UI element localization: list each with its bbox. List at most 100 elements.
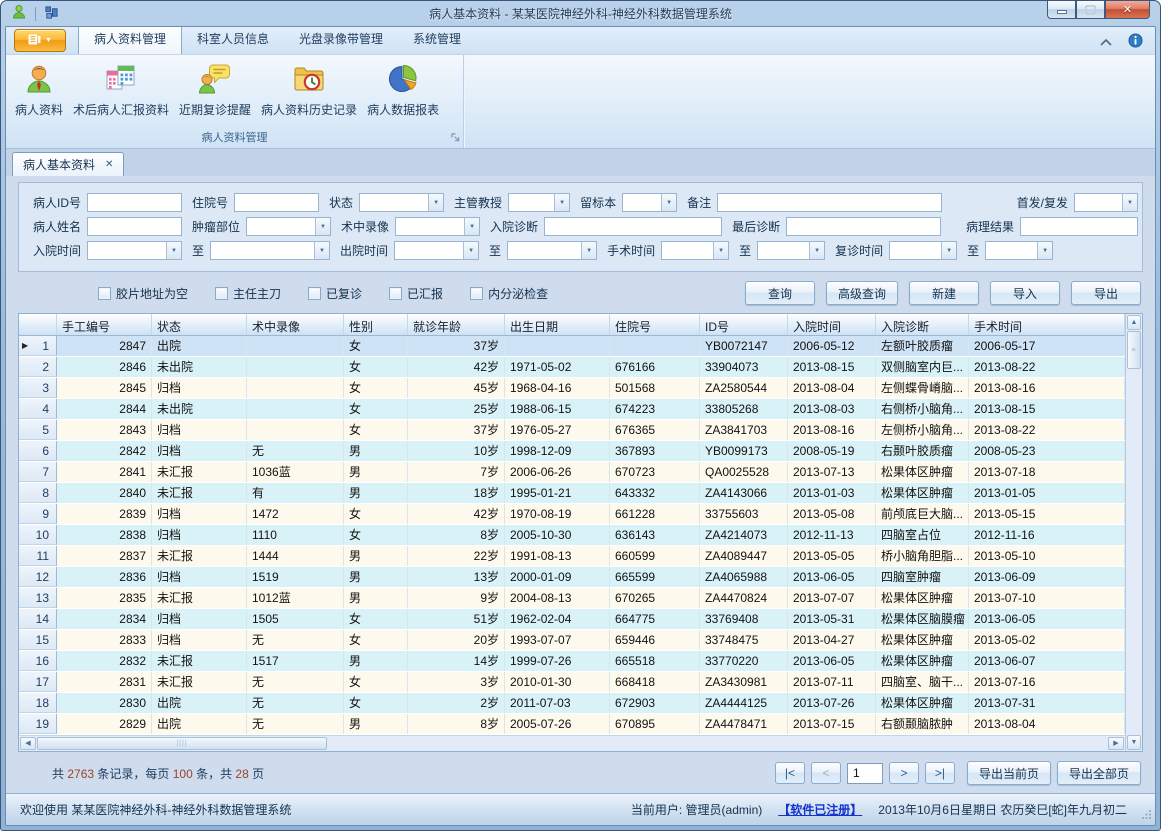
export-button[interactable]: 导出	[1071, 281, 1141, 305]
application-menu-button[interactable]: ▼	[14, 29, 66, 52]
software-registered-link[interactable]: 【软件已注册】	[778, 801, 862, 818]
table-row-16[interactable]: 162832未汇报1517男14岁1999-07-266655183377022…	[19, 651, 1125, 672]
dropdown-arrow-icon[interactable]: ▼	[1122, 194, 1137, 211]
filter-input-住院号[interactable]	[234, 193, 319, 212]
app-icon[interactable]	[11, 4, 27, 23]
filter-checkbox-3[interactable]: 已复诊	[308, 285, 362, 302]
tab-department-staff[interactable]: 科室人员信息	[182, 26, 284, 54]
post-op-report-button[interactable]: 术后病人汇报资料	[68, 59, 174, 121]
horizontal-scroll-thumb[interactable]: ||||	[37, 737, 327, 750]
table-row-5[interactable]: 52843归档女37岁1976-05-27676365ZA38417032013…	[19, 420, 1125, 441]
filter-input-最后诊断[interactable]	[786, 217, 941, 236]
table-row-17[interactable]: 172831未汇报无女3岁2010-01-30668418ZA343098120…	[19, 672, 1125, 693]
filter-input-病人ID号[interactable]	[87, 193, 182, 212]
column-header[interactable]: 就诊年龄	[408, 314, 505, 335]
dropdown-arrow-icon[interactable]: ▼	[463, 242, 478, 259]
filter-combo-留标本[interactable]: ▼	[622, 193, 677, 212]
filter-combo-状态[interactable]: ▼	[359, 193, 444, 212]
dropdown-arrow-icon[interactable]: ▼	[166, 242, 181, 259]
tab-patient-basic-info[interactable]: 病人基本资料 ✕	[12, 152, 124, 176]
history-record-button[interactable]: 病人资料历史记录	[256, 59, 362, 121]
horizontal-scroll-track[interactable]	[327, 736, 1107, 751]
column-header[interactable]: 入院时间	[788, 314, 876, 335]
table-row-3[interactable]: 32845归档女45岁1968-04-16501568ZA25805442013…	[19, 378, 1125, 399]
advanced-query-button[interactable]: 高级查询	[826, 281, 898, 305]
dropdown-arrow-icon[interactable]: ▼	[1037, 242, 1052, 259]
dropdown-arrow-icon[interactable]: ▼	[581, 242, 596, 259]
scroll-left-icon[interactable]: ◀	[20, 737, 36, 750]
tab-patient-management[interactable]: 病人资料管理	[78, 26, 182, 54]
filter-input-备注[interactable]	[717, 193, 942, 212]
column-header[interactable]: 术中录像	[247, 314, 344, 335]
scroll-up-icon[interactable]: ▲	[1127, 315, 1141, 330]
filter-combo-复诊时间[interactable]: ▼	[889, 241, 957, 260]
table-row-14[interactable]: 142834归档1505女51岁1962-02-0466477533769408…	[19, 609, 1125, 630]
filter-input-病理结果[interactable]	[1020, 217, 1138, 236]
filter-combo-至[interactable]: ▼	[985, 241, 1053, 260]
column-header[interactable]: ID号	[700, 314, 788, 335]
vertical-scrollbar[interactable]: ▲ ≡ ▼	[1125, 314, 1142, 751]
filter-combo-至[interactable]: ▼	[507, 241, 597, 260]
table-row-1[interactable]: ▶12847出院女37岁YB00721472006-05-12左额叶胶质瘤200…	[19, 336, 1125, 357]
table-row-9[interactable]: 92839归档1472女42岁1970-08-19661228337556032…	[19, 504, 1125, 525]
column-header[interactable]: 状态	[152, 314, 247, 335]
filter-checkbox-4[interactable]: 已汇报	[389, 285, 443, 302]
column-header[interactable]	[19, 314, 57, 335]
table-row-18[interactable]: 182830出院无女2岁2011-07-03672903ZA4444125201…	[19, 693, 1125, 714]
dropdown-arrow-icon[interactable]: ▼	[661, 194, 676, 211]
tab-system-management[interactable]: 系统管理	[398, 26, 476, 54]
export-all-pages-button[interactable]: 导出全部页	[1057, 761, 1141, 785]
horizontal-scrollbar[interactable]: ◀ |||| ▶	[19, 735, 1125, 751]
scroll-down-icon[interactable]: ▼	[1127, 735, 1141, 750]
dropdown-arrow-icon[interactable]: ▼	[554, 194, 569, 211]
vertical-scroll-thumb[interactable]: ≡	[1127, 331, 1141, 369]
import-button[interactable]: 导入	[990, 281, 1060, 305]
filter-checkbox-1[interactable]: 胶片地址为空	[98, 285, 188, 302]
column-header[interactable]: 手工编号	[57, 314, 152, 335]
close-button[interactable]: ✕	[1105, 1, 1150, 19]
table-row-10[interactable]: 102838归档1110女8岁2005-10-30636143ZA4214073…	[19, 525, 1125, 546]
filter-combo-首发/复发[interactable]: ▼	[1074, 193, 1138, 212]
table-row-13[interactable]: 132835未汇报1012蓝男9岁2004-08-13670265ZA44708…	[19, 588, 1125, 609]
filter-combo-手术时间[interactable]: ▼	[661, 241, 729, 260]
filter-input-入院诊断[interactable]	[544, 217, 722, 236]
column-header[interactable]: 出生日期	[505, 314, 610, 335]
column-header[interactable]: 入院诊断	[876, 314, 969, 335]
export-current-page-button[interactable]: 导出当前页	[967, 761, 1051, 785]
dropdown-arrow-icon[interactable]: ▼	[314, 242, 329, 259]
patient-info-button[interactable]: 病人资料	[10, 59, 68, 121]
column-header[interactable]: 手术时间	[969, 314, 1125, 335]
column-header[interactable]: 住院号	[610, 314, 700, 335]
dropdown-arrow-icon[interactable]: ▼	[464, 218, 479, 235]
next-page-button[interactable]: >	[889, 762, 919, 784]
dropdown-arrow-icon[interactable]: ▼	[941, 242, 956, 259]
vertical-scroll-track[interactable]	[1126, 369, 1142, 734]
table-row-2[interactable]: 22846未出院女42岁1971-05-02676166339040732013…	[19, 357, 1125, 378]
dropdown-arrow-icon[interactable]: ▼	[809, 242, 824, 259]
layout-grid-icon[interactable]	[44, 5, 59, 23]
collapse-ribbon-chevron-icon[interactable]	[1100, 35, 1112, 49]
data-report-button[interactable]: 病人数据报表	[362, 59, 444, 121]
filter-combo-至[interactable]: ▼	[757, 241, 825, 260]
last-page-button[interactable]: >|	[925, 762, 955, 784]
prev-page-button[interactable]: <	[811, 762, 841, 784]
table-row-7[interactable]: 72841未汇报1036蓝男7岁2006-06-26670723QA002552…	[19, 462, 1125, 483]
table-row-11[interactable]: 112837未汇报1444男22岁1991-08-13660599ZA40894…	[19, 546, 1125, 567]
dropdown-arrow-icon[interactable]: ▼	[315, 218, 330, 235]
filter-input-病人姓名[interactable]	[87, 217, 182, 236]
resize-grip-icon[interactable]	[1142, 808, 1152, 822]
dialog-launcher-icon[interactable]	[451, 131, 460, 145]
column-header[interactable]: 性别	[344, 314, 408, 335]
filter-combo-出院时间[interactable]: ▼	[394, 241, 479, 260]
tab-close-icon[interactable]: ✕	[105, 159, 113, 170]
page-number-input[interactable]	[847, 763, 883, 784]
minimize-button[interactable]	[1047, 1, 1076, 19]
table-row-6[interactable]: 62842归档无男10岁1998-12-09367893YB0099173200…	[19, 441, 1125, 462]
filter-combo-主管教授[interactable]: ▼	[508, 193, 570, 212]
revisit-reminder-button[interactable]: 近期复诊提醒	[174, 59, 256, 121]
tab-disc-tape-management[interactable]: 光盘录像带管理	[284, 26, 398, 54]
dropdown-arrow-icon[interactable]: ▼	[713, 242, 728, 259]
new-button[interactable]: 新建	[909, 281, 979, 305]
table-row-19[interactable]: 192829出院无男8岁2005-07-26670895ZA4478471201…	[19, 714, 1125, 735]
filter-checkbox-2[interactable]: 主任主刀	[215, 285, 281, 302]
